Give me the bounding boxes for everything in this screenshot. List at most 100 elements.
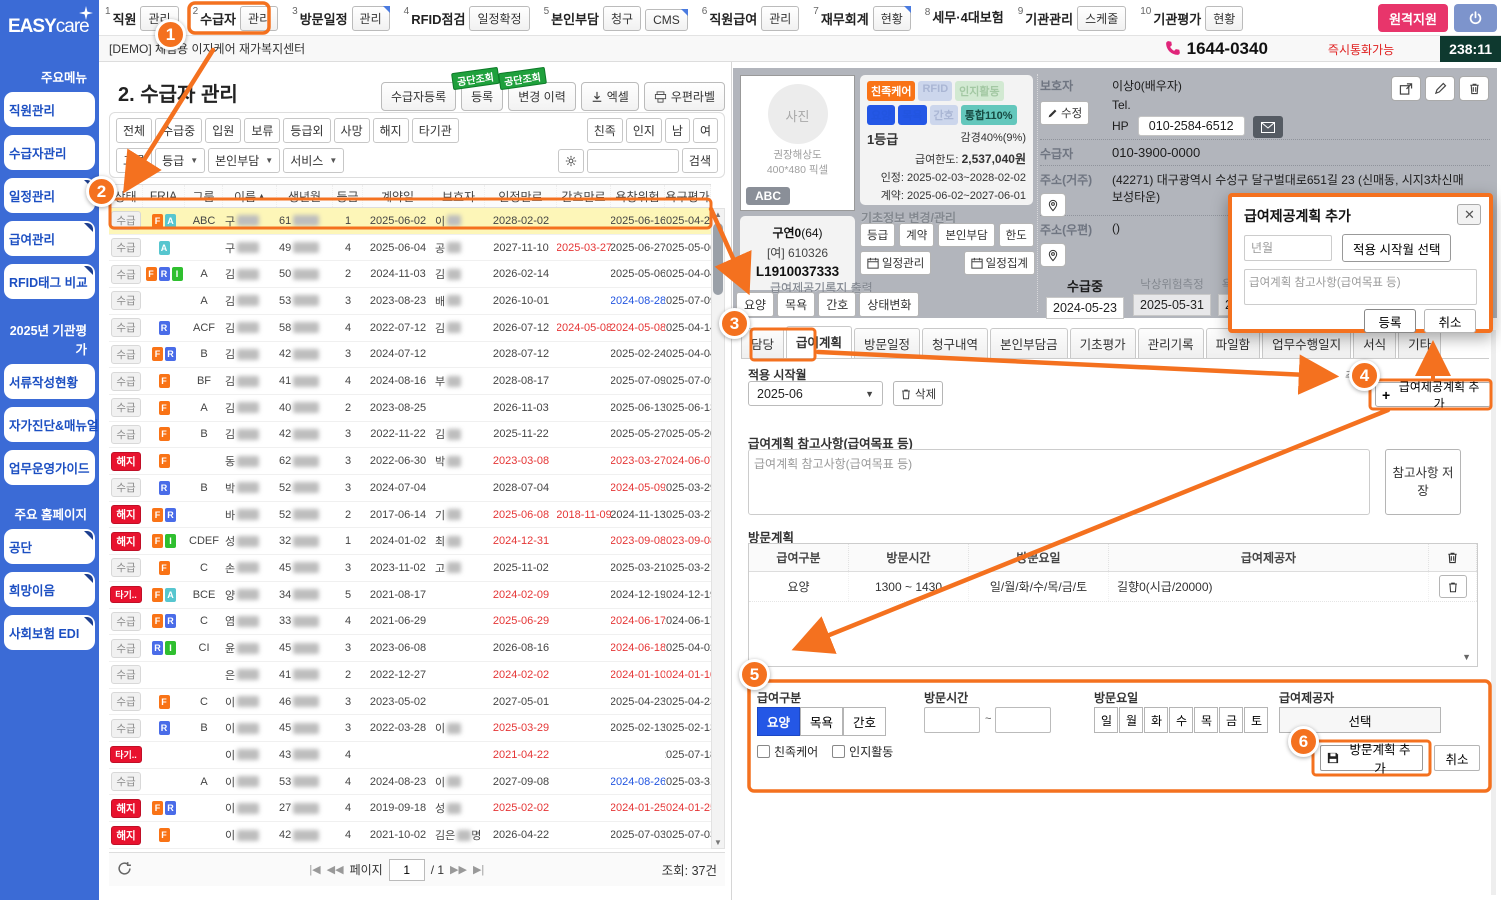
nav-label[interactable]: 본인부담 <box>551 9 599 32</box>
scroll-down-icon[interactable]: ▼ <box>1462 652 1471 662</box>
nav-button-현황[interactable]: 현황 <box>1205 6 1243 31</box>
scroll-up-icon[interactable]: ▲ <box>712 210 724 219</box>
recipient-row[interactable]: 해지F이4242021-10-02김은명2026-04-222025-07-03… <box>109 822 711 849</box>
recipient-row[interactable]: 수급RACF김5842022-07-12김2026-07-122024-05-0… <box>109 315 711 342</box>
column-header-인정만료[interactable]: 인정만료 <box>485 185 557 207</box>
send-message-button[interactable] <box>1253 116 1283 138</box>
tab-본인부담금[interactable]: 본인부담금 <box>990 328 1068 358</box>
recipient-row[interactable]: 해지FR이2742019-09-18성2025-02-022024-01-252… <box>109 795 711 822</box>
filter-인지[interactable]: 인지 <box>626 118 662 143</box>
day-button-수[interactable]: 수 <box>1169 707 1193 733</box>
recipient-row[interactable]: 수급FRIA김5022024-11-03김2026-02-142025-05-0… <box>109 261 711 288</box>
recipient-row[interactable]: 수급A구4942025-06-04공2027-11-102025-03-2720… <box>109 235 711 262</box>
table-scrollbar[interactable]: ▲ ▼ <box>711 208 725 849</box>
recipient-row[interactable]: 타기..FABCE양3452021-08-172024-02-092024-12… <box>109 582 711 609</box>
recipient-row[interactable]: 해지F동6232022-06-30박2023-03-082023-03-2720… <box>109 448 711 475</box>
column-header-욕구평가[interactable]: 욕구평가 <box>665 185 711 207</box>
column-header-계약일[interactable]: 계약일 <box>363 185 433 207</box>
nav-button-관리[interactable]: 관리 <box>240 6 278 31</box>
column-header-생년월[interactable]: 생년월 <box>277 185 333 207</box>
sidebar-item-일정관리[interactable]: 일정관리 <box>4 178 95 213</box>
plan-note-textarea[interactable] <box>748 449 1370 515</box>
filter-남[interactable]: 남 <box>665 118 690 143</box>
day-button-일[interactable]: 일 <box>1094 707 1118 733</box>
print-button-상태변화[interactable]: 상태변화 <box>859 292 919 317</box>
nav-button-관리[interactable]: 관리 <box>761 6 799 31</box>
recipient-row[interactable]: 수급FA김4022023-08-252026-11-032025-06-1320… <box>109 395 711 422</box>
type-button-요양[interactable]: 요양 <box>757 707 800 736</box>
print-button-요양[interactable]: 요양 <box>736 292 774 317</box>
tab-방문일정[interactable]: 방문일정 <box>854 328 920 358</box>
tab-관리기록[interactable]: 관리기록 <box>1138 328 1204 358</box>
schedule-button-일정집계[interactable]: 일정집계 <box>964 251 1035 275</box>
provider-select-button[interactable]: 선택 <box>1279 707 1441 733</box>
recipient-row[interactable]: 수급RB박5232024-07-042028-07-042024-05-0920… <box>109 475 711 502</box>
day-button-목[interactable]: 목 <box>1194 707 1218 733</box>
search-input[interactable] <box>587 149 679 173</box>
filter-친족[interactable]: 친족 <box>587 118 623 143</box>
type-button-목욕[interactable]: 목욕 <box>800 707 843 736</box>
nav-button-CMS[interactable]: CMS <box>645 9 688 31</box>
visit-plan-row[interactable]: 요양1300 ~ 1430일/월/화/수/목/금/토길향0(시급/20000) <box>749 572 1477 602</box>
panel-scrollbar[interactable] <box>1491 330 1496 895</box>
sidebar-item-자가진단&매뉴얼[interactable]: 자가진단&매뉴얼 <box>4 407 95 442</box>
filter-보류[interactable]: 보류 <box>244 118 280 143</box>
tab-청구내역[interactable]: 청구내역 <box>922 328 988 358</box>
recipient-row[interactable]: 해지FICDEF성3212024-01-02최2024-12-312023-09… <box>109 528 711 555</box>
recipient-row[interactable]: 수급FB김4232022-11-22김2025-11-222025-05-272… <box>109 422 711 449</box>
nav-button-일정확정[interactable]: 일정확정 <box>469 6 529 31</box>
day-button-화[interactable]: 화 <box>1144 707 1168 733</box>
recipient-row[interactable]: 수급FRC염3342021-06-292025-06-292024-06-172… <box>109 609 711 636</box>
recipient-row[interactable]: 수급FBF김4142024-08-16부2028-08-172025-07-09… <box>109 368 711 395</box>
nav-label[interactable]: 방문일정 <box>300 9 348 32</box>
delete-recipient-button[interactable] <box>1459 76 1489 101</box>
column-header-욕창위험[interactable]: 욕창위험 <box>611 185 665 207</box>
remote-support-button[interactable]: 원격지원 <box>1378 4 1448 32</box>
first-page-icon[interactable]: |◀ <box>309 863 320 876</box>
edit-recipient-button[interactable] <box>1425 76 1455 101</box>
day-button-금[interactable]: 금 <box>1219 707 1243 733</box>
map-pin-button[interactable] <box>1040 243 1066 267</box>
open-window-button[interactable] <box>1391 76 1421 101</box>
select-등급[interactable]: 등급▼ <box>155 148 205 173</box>
filter-해지[interactable]: 해지 <box>373 118 409 143</box>
recipient-row[interactable]: 수급FAABC구6112025-06-02이2028-02-022025-06-… <box>109 208 711 235</box>
popup-month-input[interactable] <box>1244 235 1332 261</box>
filter-여[interactable]: 여 <box>693 118 718 143</box>
popup-month-select-button[interactable]: 적용 시작월 선택 <box>1342 234 1451 262</box>
recipient-row[interactable]: 수급은4122022-12-272024-02-022024-01-102024… <box>109 662 711 689</box>
day-button-토[interactable]: 토 <box>1244 707 1268 733</box>
apply-month-select[interactable]: 2025-06▼ <box>748 381 883 406</box>
add-visit-plan-button[interactable]: 방문계획 추가 <box>1320 745 1423 771</box>
sidebar-item-사회보험 EDI[interactable]: 사회보험 EDI <box>4 615 95 650</box>
select-서비스[interactable]: 서비스▼ <box>283 148 344 173</box>
add-benefit-plan-button[interactable]: +급여제공계획 추가 <box>1375 382 1491 407</box>
prev-page-icon[interactable]: ◀◀ <box>327 863 344 876</box>
basic-button-계약[interactable]: 계약 <box>899 223 934 247</box>
filter-등급외[interactable]: 등급외 <box>283 118 330 143</box>
recipient-row[interactable]: 수급FC손4532023-11-02고2025-11-022025-03-212… <box>109 555 711 582</box>
column-header-간호만료[interactable]: 간호만료 <box>557 185 611 207</box>
cancel-visit-plan-button[interactable]: 취소 <box>1434 745 1480 771</box>
group-button[interactable]: 그룹 <box>116 148 152 173</box>
time-start-input[interactable] <box>924 707 980 733</box>
recipient-row[interactable]: 수급A김5332023-08-23배2026-10-012024-08-2820… <box>109 288 711 315</box>
mail-label-button[interactable]: 우편라벨 <box>644 82 725 111</box>
column-header-보호자[interactable]: 보호자 <box>433 185 485 207</box>
select-본인부담[interactable]: 본인부담▼ <box>208 148 280 173</box>
delete-plan-button[interactable]: 삭제 <box>893 381 943 406</box>
schedule-button-일정관리[interactable]: 일정관리 <box>860 251 931 275</box>
map-pin-button[interactable] <box>1040 193 1066 217</box>
sidebar-item-공단[interactable]: 공단 <box>4 529 95 564</box>
sidebar-item-직원관리[interactable]: 직원관리 <box>4 92 95 127</box>
settings-gear-button[interactable] <box>558 149 584 173</box>
filter-수급중[interactable]: 수급중 <box>155 118 202 143</box>
column-header-등급[interactable]: 등급 <box>333 185 363 207</box>
recipient-row[interactable]: 타기..이4342021-04-222025-07-18 <box>109 742 711 769</box>
sidebar-item-수급자관리[interactable]: 수급자관리 <box>4 135 95 170</box>
nav-label[interactable]: 기관평가 <box>1153 9 1201 32</box>
next-page-icon[interactable]: ▶▶ <box>450 863 467 876</box>
guardian-edit-button[interactable]: 수정 <box>1040 101 1089 125</box>
register-lookup-button[interactable]: 공단조회등록 <box>461 82 503 111</box>
recipient-row[interactable]: 수급RICI윤4532023-06-082026-08-162024-06-18… <box>109 635 711 662</box>
